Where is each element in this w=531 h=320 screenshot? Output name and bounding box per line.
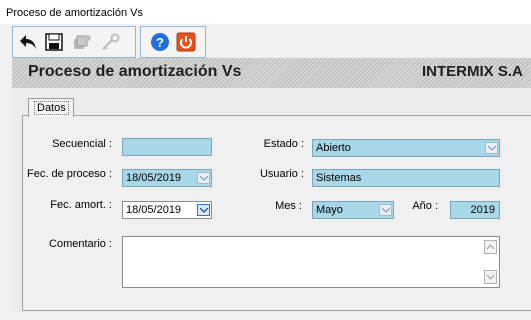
back-arrow-icon[interactable] [17, 30, 39, 54]
fec-amort-value: 18/05/2019 [126, 204, 182, 216]
company-name: INTERMIX S.A [422, 63, 523, 80]
form-header: Proceso de amortización Vs INTERMIX S.A [12, 58, 531, 88]
help-icon[interactable]: ? [149, 30, 171, 54]
title-bar: Proceso de amortización Vs [0, 0, 531, 24]
fec-amort-label: Fec. amort. : [50, 199, 112, 211]
toolbar-group-help: ? [140, 26, 206, 58]
chevron-down-icon[interactable] [485, 142, 498, 154]
chevron-down-icon[interactable] [379, 204, 392, 216]
fec-amort-field[interactable]: 18/05/2019 [122, 201, 212, 219]
toolbar-group-main [12, 26, 136, 58]
svg-text:?: ? [156, 35, 164, 50]
comentario-textarea[interactable] [122, 236, 500, 288]
tab-datos[interactable]: Datos [28, 98, 74, 117]
scroll-up-icon[interactable] [484, 240, 497, 254]
estado-value: Abierto [316, 142, 351, 154]
usuario-value: Sistemas [316, 172, 362, 184]
main-panel: Proceso de amortización Vs INTERMIX S.A … [12, 58, 531, 312]
chevron-down-icon[interactable] [197, 204, 210, 216]
form-title: Proceso de amortización Vs [28, 63, 242, 80]
anio-label: Año : [412, 200, 438, 212]
estado-label: Estado : [263, 138, 304, 150]
window-title: Proceso de amortización Vs [6, 7, 143, 19]
chevron-down-icon[interactable] [197, 172, 210, 184]
fec-proceso-field[interactable]: 18/05/2019 [122, 169, 212, 187]
secuencial-field[interactable] [122, 138, 212, 156]
scroll-down-icon[interactable] [484, 270, 497, 284]
anio-value: 2019 [470, 204, 495, 216]
anio-field[interactable]: 2019 [450, 201, 500, 219]
process-icon[interactable] [71, 30, 93, 54]
usuario-label: Usuario : [259, 168, 304, 180]
comentario-label: Comentario : [49, 238, 112, 250]
usuario-field[interactable]: Sistemas [312, 169, 500, 187]
power-icon[interactable] [175, 30, 197, 54]
save-icon[interactable] [43, 30, 65, 54]
secuencial-label: Secuencial : [52, 138, 112, 150]
mes-select[interactable]: Mayo [312, 201, 394, 219]
estado-select[interactable]: Abierto [312, 139, 500, 157]
mes-value: Mayo [316, 204, 343, 216]
mes-label: Mes : [275, 200, 302, 212]
fec-proceso-label: Fec. de proceso : [27, 168, 112, 180]
tab-datos-label: Datos [34, 101, 69, 115]
fec-proceso-value: 18/05/2019 [126, 172, 182, 184]
key-icon[interactable] [99, 30, 121, 54]
